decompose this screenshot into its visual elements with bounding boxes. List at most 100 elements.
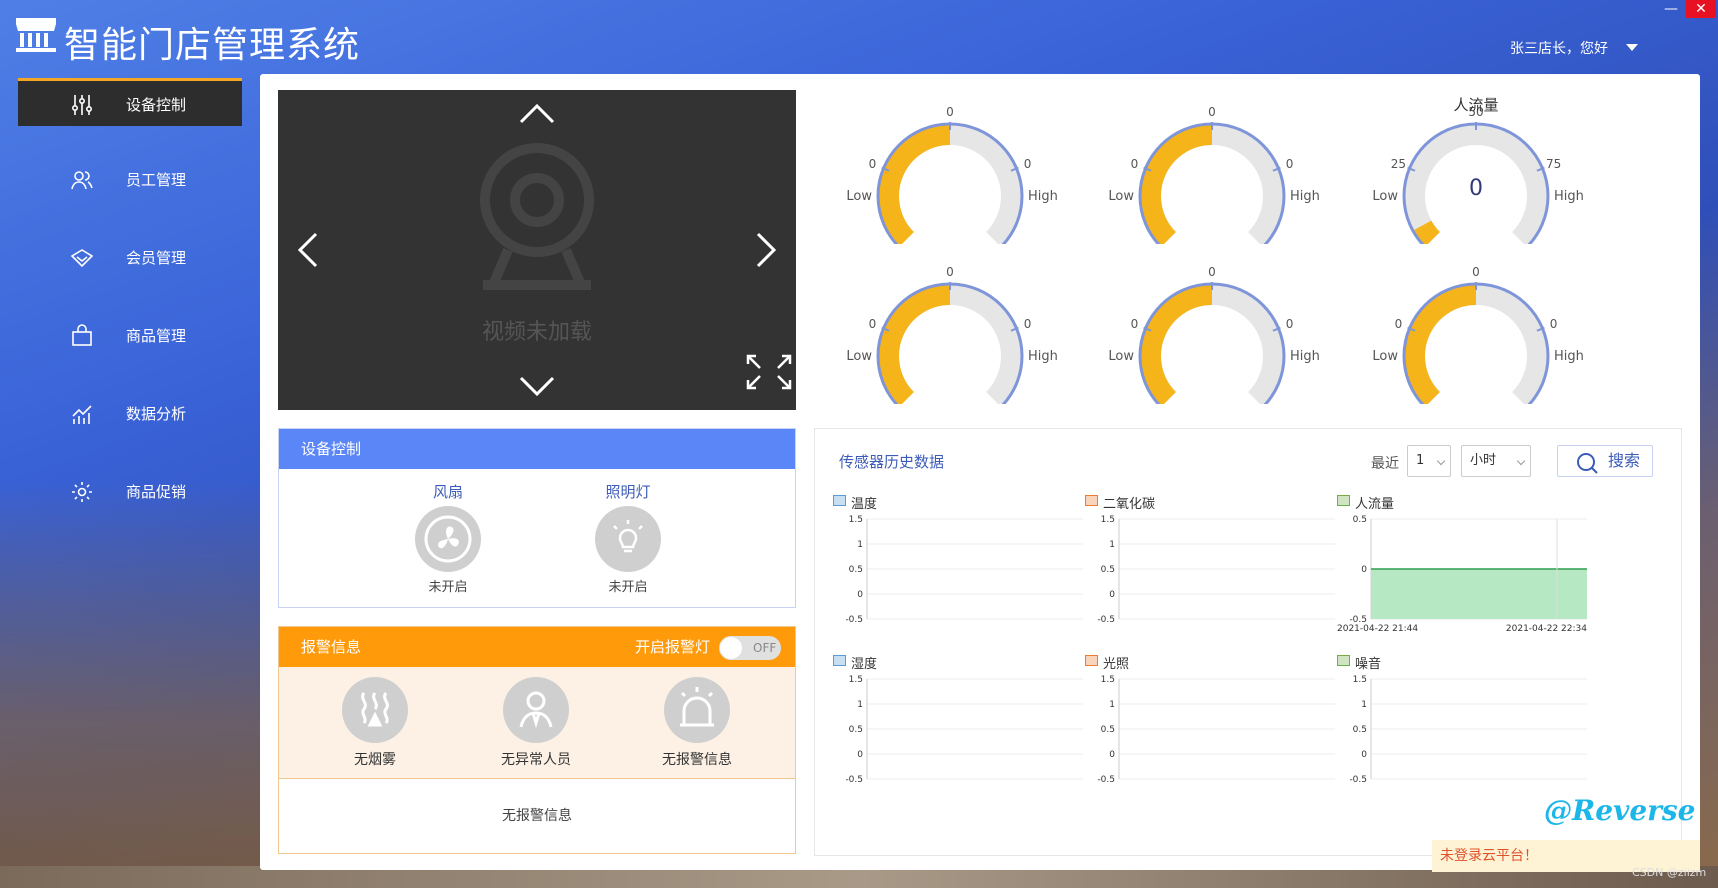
- y-tick-label: -0.5: [1097, 615, 1115, 625]
- settings-icon: [72, 482, 92, 502]
- sensor-mini-chart: 人流量 0.5 0 -0.5 2021-04-22 21:44 2021-04-22 22…: [1337, 493, 1599, 643]
- chart-legend[interactable]: 光照: [1085, 653, 1129, 672]
- chart-plot: 0.50-0.52021-04-22 21:44 2021-04-22 22:34: [1337, 515, 1587, 634]
- sensor-history-panel: 传感器历史数据 最近 1 小时 搜索 温度 1.5 1 0.5 0 -0.5 二氧化碳 1.5…: [814, 428, 1682, 856]
- person-icon: [503, 677, 569, 743]
- device-fan[interactable]: 风扇 未开启: [403, 481, 493, 595]
- search-button[interactable]: 搜索: [1557, 445, 1653, 477]
- chart-legend[interactable]: 温度: [833, 493, 877, 512]
- fullscreen-icon[interactable]: [746, 354, 792, 390]
- alarm-lamp: 无报警信息: [642, 677, 752, 769]
- sidebar-item-analytics[interactable]: 数据分析: [18, 390, 242, 438]
- gauge-tick-label: 0: [1472, 265, 1480, 279]
- y-tick-label: 0.5: [1101, 565, 1115, 575]
- user-menu-chevron-icon[interactable]: [1626, 44, 1638, 51]
- diamond-icon: [70, 249, 94, 268]
- gauge-tick-label: 0: [1024, 317, 1032, 331]
- gauge: 人流量 25 50 75 Low High 0: [1346, 84, 1606, 248]
- gauge-low-label: Low: [846, 189, 872, 204]
- chart-legend[interactable]: 噪音: [1337, 653, 1381, 672]
- chevron-down-icon: [1436, 456, 1446, 466]
- chart-plot: 1.5 1 0.5 0 -0.5: [1349, 675, 1587, 785]
- gauge-fill: [1139, 123, 1213, 248]
- gauge-fill: [1139, 283, 1213, 408]
- gauge-high-label: High: [1028, 349, 1058, 364]
- sidebar-item-products[interactable]: 商品管理: [18, 312, 242, 360]
- sensor-mini-chart: 光照 1.5 1 0.5 0 -0.5: [1085, 653, 1347, 803]
- gauge: 0 0 0 Low High: [820, 84, 1080, 248]
- sidebar-item-members[interactable]: 会员管理: [18, 234, 242, 282]
- store-logo-icon: [16, 18, 56, 52]
- y-tick-label: 1: [1109, 700, 1115, 710]
- light-bulb-icon[interactable]: [595, 506, 661, 572]
- pan-down-icon[interactable]: [519, 376, 555, 397]
- y-tick-label: 0: [1361, 565, 1367, 575]
- minimize-button[interactable]: —: [1660, 0, 1682, 18]
- alarm-light-label: 开启报警灯: [635, 638, 711, 656]
- gauge-tick-label: 0: [1131, 317, 1139, 331]
- alarm-title: 报警信息: [301, 638, 362, 656]
- fan-icon[interactable]: [415, 506, 481, 572]
- recent-label: 最近: [1371, 456, 1399, 472]
- pan-right-icon[interactable]: [756, 232, 777, 268]
- gauge-fill: [877, 123, 951, 248]
- pan-left-icon[interactable]: [297, 232, 318, 268]
- legend-swatch: [1337, 495, 1350, 506]
- device-status: 未开启: [428, 580, 468, 595]
- sidebar-item-label: 设备控制: [126, 96, 187, 114]
- y-tick-label: 0: [1361, 750, 1367, 760]
- y-tick-label: 1: [1361, 700, 1367, 710]
- chart-legend[interactable]: 人流量: [1337, 493, 1394, 512]
- sidebar-item-label: 商品管理: [126, 327, 187, 345]
- y-tick-label: 1: [857, 700, 863, 710]
- gauge: 0 0 0 Low High: [820, 244, 1080, 408]
- gauge: 0 0 0 Low High: [1082, 84, 1342, 248]
- sidebar-item-label: 数据分析: [126, 405, 187, 423]
- search-label: 搜索: [1608, 451, 1641, 470]
- sidebar-item-promotions[interactable]: 商品促销: [18, 468, 242, 516]
- legend-label: 湿度: [851, 657, 878, 672]
- gauge-tick-label: 0: [1550, 317, 1558, 331]
- gauge-tick-label: 0: [1131, 157, 1139, 171]
- gauge-fill: [1412, 220, 1441, 248]
- gauge-dial: 0 0 0 Low High: [1108, 265, 1320, 408]
- video-panel: 视频未加载: [278, 90, 796, 410]
- count-select[interactable]: 1: [1407, 445, 1451, 477]
- user-greeting[interactable]: 张三店长，您好: [1510, 38, 1608, 58]
- gauge-dial: 0 0 0 Low High: [846, 265, 1058, 408]
- sidebar-item-staff[interactable]: 员工管理: [18, 156, 242, 204]
- y-tick-label: 1: [857, 540, 863, 550]
- legend-label: 噪音: [1355, 657, 1382, 672]
- legend-swatch: [1085, 495, 1098, 506]
- gauge-tick-label: 0: [946, 265, 954, 279]
- camera-icon: [480, 143, 594, 290]
- gauge-tick-label: 0: [1208, 105, 1216, 119]
- y-tick-label: 0: [1109, 590, 1115, 600]
- gauge-tick-label: 0: [1395, 317, 1403, 331]
- gauge-tick-label: 0: [869, 157, 877, 171]
- toggle-knob: [720, 637, 742, 659]
- y-tick-label: -0.5: [845, 775, 863, 785]
- device-name: 风扇: [432, 483, 463, 501]
- chart-legend[interactable]: 湿度: [833, 653, 877, 672]
- sidebar-item-device-control[interactable]: 设备控制: [18, 78, 242, 126]
- pan-up-icon[interactable]: [519, 103, 555, 124]
- gauge-tick-label: 0: [1208, 265, 1216, 279]
- close-button[interactable]: ✕: [1686, 0, 1716, 18]
- chart-icon: [72, 405, 92, 424]
- gauge-low-label: Low: [1372, 349, 1398, 364]
- alarm-message: 无报警信息: [502, 808, 572, 824]
- alarm-light-toggle[interactable]: OFF: [719, 636, 781, 660]
- sensor-mini-chart: 噪音 1.5 1 0.5 0 -0.5: [1337, 653, 1599, 803]
- legend-label: 温度: [851, 497, 878, 512]
- sidebar: 设备控制 员工管理 会员管理 商品管理 数据分析 商品促销: [18, 78, 242, 546]
- unit-select[interactable]: 小时: [1461, 445, 1531, 477]
- y-tick-label: 1.5: [1353, 675, 1367, 685]
- legend-label: 人流量: [1355, 497, 1395, 512]
- gauge-fill: [877, 283, 951, 408]
- y-tick-label: 0.5: [1101, 725, 1115, 735]
- chart-legend[interactable]: 二氧化碳: [1085, 493, 1155, 512]
- gauge-tick-label: 0: [1286, 317, 1294, 331]
- alarm-panel: 报警信息 开启报警灯 OFF 无烟雾 无异常人员 无报警信息 无报警信息: [278, 626, 796, 854]
- device-light[interactable]: 照明灯 未开启: [583, 481, 673, 595]
